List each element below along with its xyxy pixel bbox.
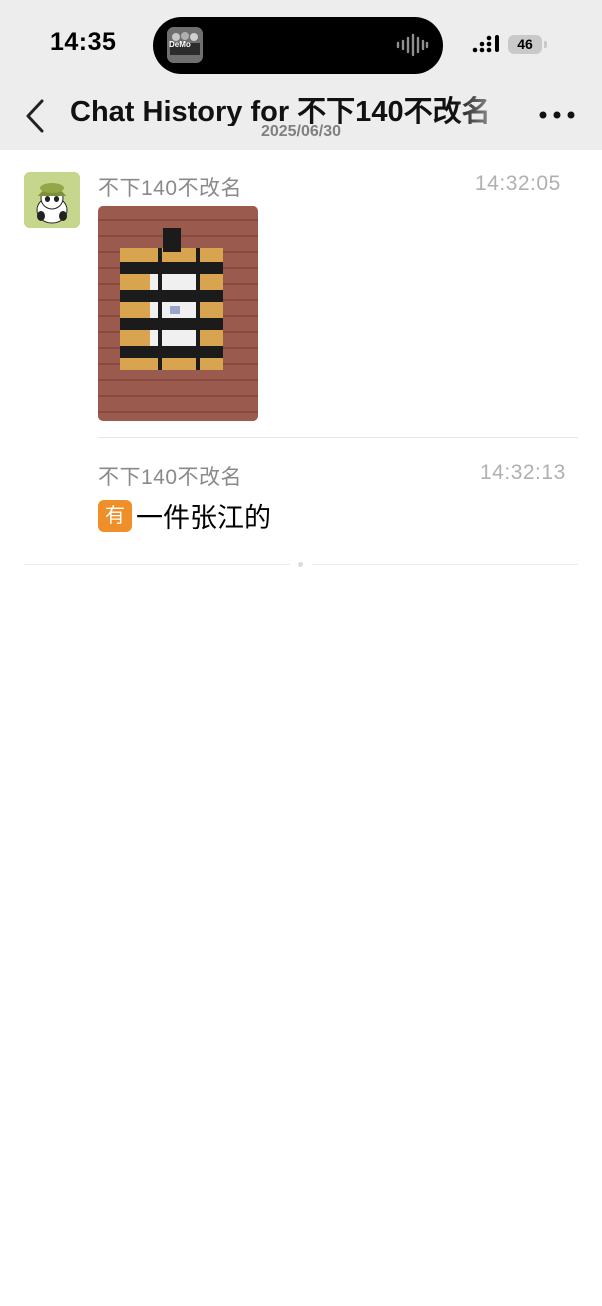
title-fade: [455, 86, 525, 126]
message-time: 14:32:05: [475, 172, 561, 195]
end-divider-right: [312, 564, 578, 565]
avatar[interactable]: [24, 172, 80, 228]
end-divider-left: [24, 564, 290, 565]
more-dots-icon[interactable]: [538, 108, 576, 122]
battery-level: 46: [517, 36, 533, 52]
message-time: 14:32:13: [480, 461, 566, 484]
message-text-bubble[interactable]: 有 一件张江的: [98, 496, 271, 535]
battery-icon: 46: [508, 35, 542, 54]
dynamic-island[interactable]: DeMo: [153, 17, 443, 74]
audio-waveform-icon: [396, 33, 429, 57]
message-sender: 不下140不改名: [98, 466, 243, 489]
status-time: 14:35: [50, 28, 117, 56]
message-text: 一件张江的: [136, 503, 271, 533]
package-photo-icon: [98, 206, 258, 421]
page-title-container: Chat History for 不下140不改名: [70, 86, 525, 126]
cellular-signal-icon: [472, 35, 499, 53]
battery-nub: [544, 41, 547, 48]
album-art-text: DeMo: [169, 40, 191, 49]
page-title: Chat History for 不下140不改名: [70, 96, 491, 126]
message-sender: 不下140不改名: [98, 177, 243, 200]
message-image[interactable]: [98, 206, 258, 421]
panda-avatar-icon: [24, 172, 80, 228]
page-subtitle-date: 2025/06/30: [260, 123, 342, 140]
end-dot: [298, 562, 303, 567]
message-divider: [98, 437, 578, 438]
album-art-icon[interactable]: DeMo: [167, 27, 203, 63]
you-emoji-icon: 有: [98, 499, 132, 532]
